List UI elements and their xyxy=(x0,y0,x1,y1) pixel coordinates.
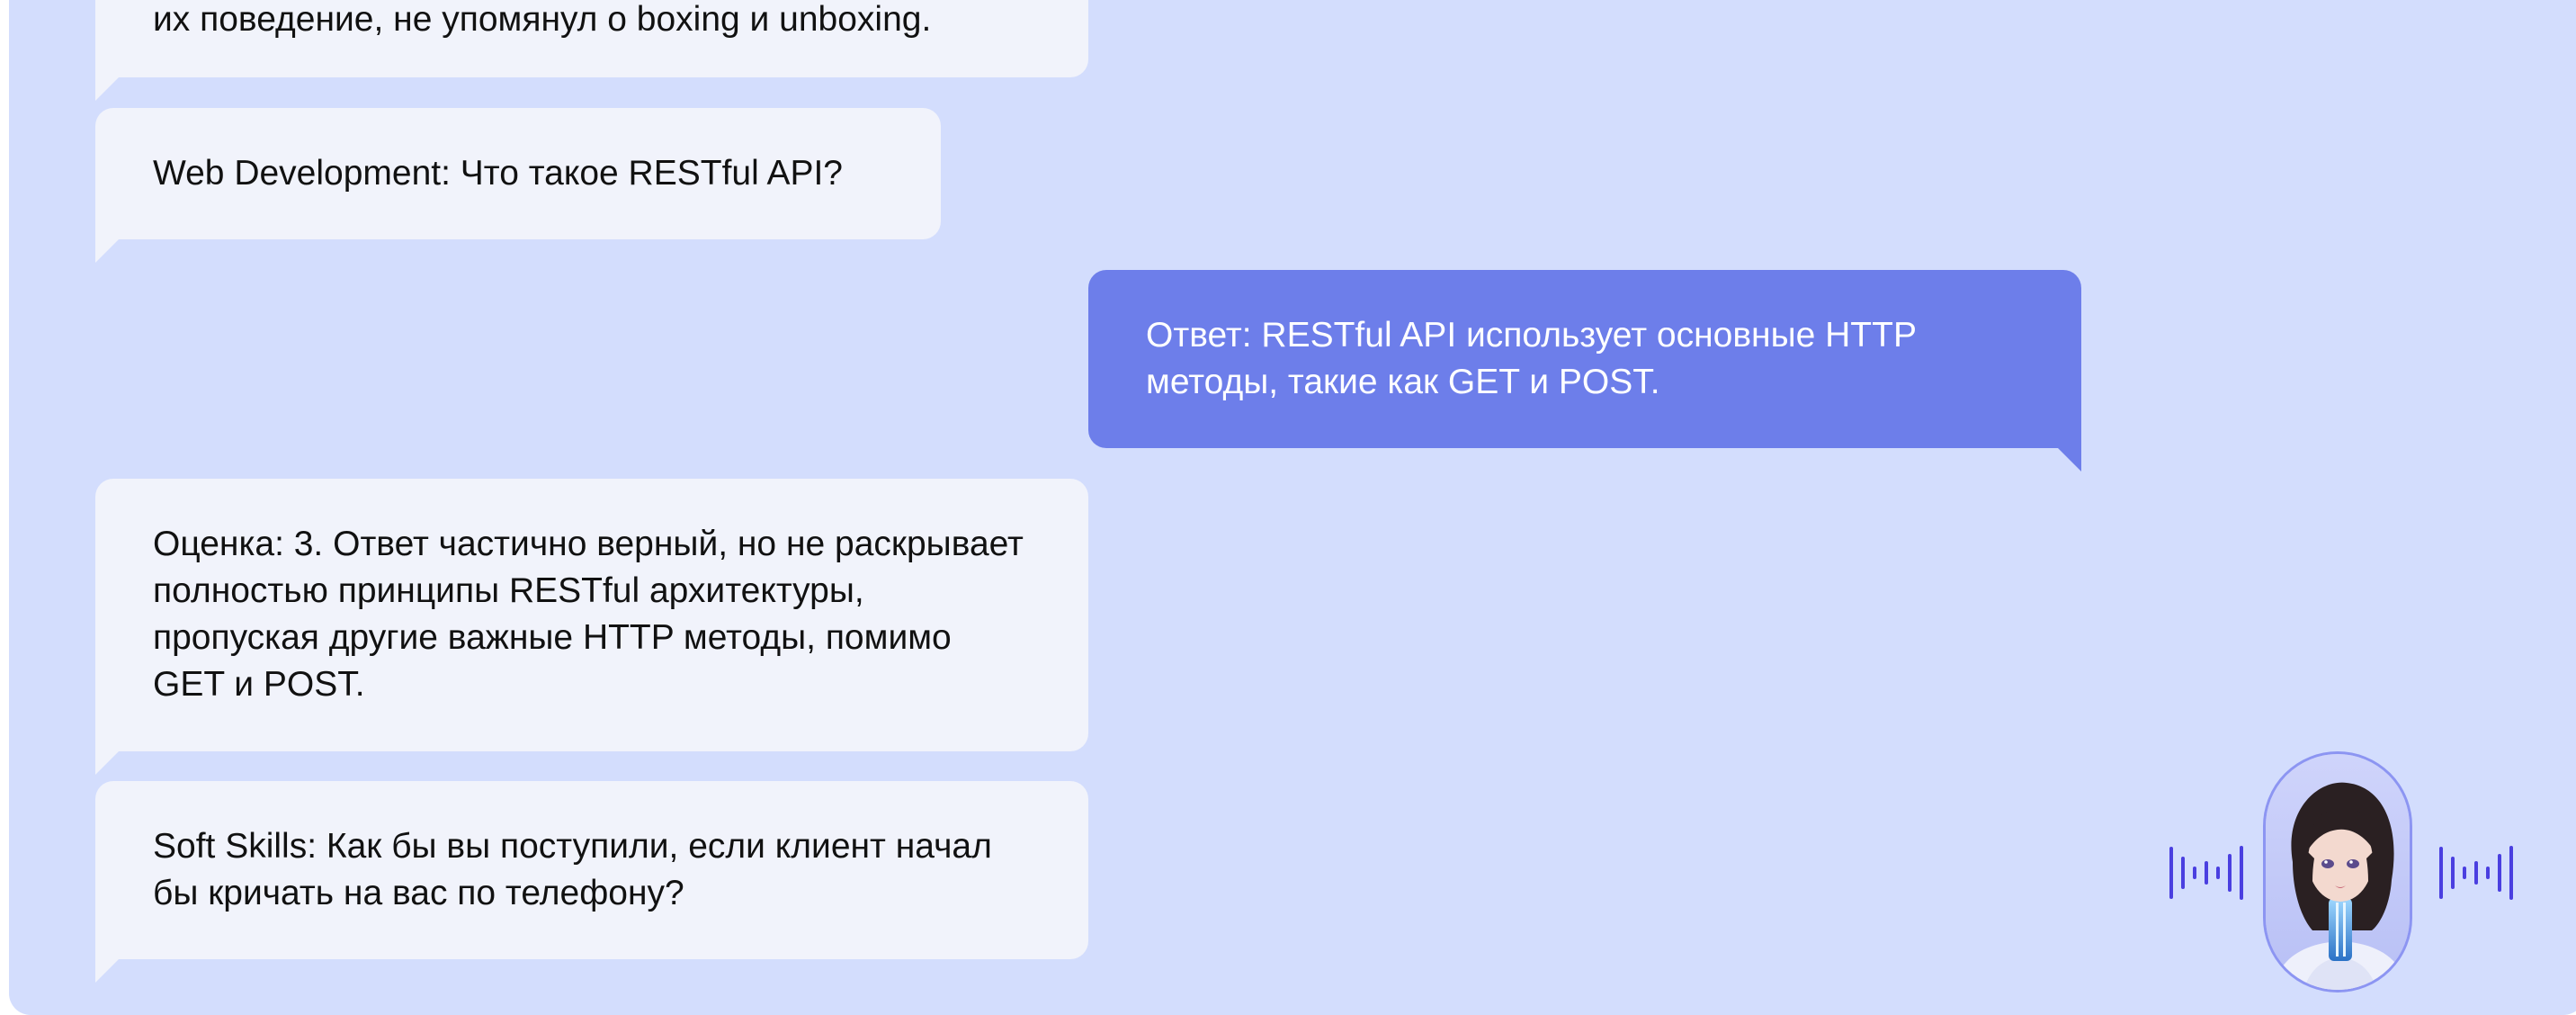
message-text: Soft Skills: Как бы вы поступили, если к… xyxy=(153,827,992,912)
bubble-tail xyxy=(2058,448,2081,472)
voice-wave-icon-right xyxy=(2439,841,2513,904)
avatar-portrait-icon xyxy=(2266,754,2410,990)
bot-message: их поведение, не упомянул о boxing и unb… xyxy=(95,0,1088,101)
message-text: Web Development: Что такое RESTful API? xyxy=(153,154,843,193)
bot-message: Web Development: Что такое RESTful API? xyxy=(95,108,941,263)
bubble-tail xyxy=(95,239,119,263)
voice-wave-icon-left xyxy=(2169,841,2243,904)
ai-assistant-avatar[interactable] xyxy=(2263,751,2412,993)
bot-message: Soft Skills: Как бы вы поступили, если к… xyxy=(95,781,1088,983)
user-message: Ответ: RESTful API использует основные H… xyxy=(1088,270,2081,472)
message-text: Оценка: 3. Ответ частично верный, но не … xyxy=(153,525,1024,704)
bubble-tail xyxy=(95,751,119,775)
bot-message: Оценка: 3. Ответ частично верный, но не … xyxy=(95,479,1088,775)
bubble-tail xyxy=(95,77,119,101)
bubble-tail xyxy=(95,959,119,983)
message-text: их поведение, не упомянул о boxing и unb… xyxy=(153,0,932,39)
message-text: Ответ: RESTful API использует основные H… xyxy=(1146,316,1917,401)
